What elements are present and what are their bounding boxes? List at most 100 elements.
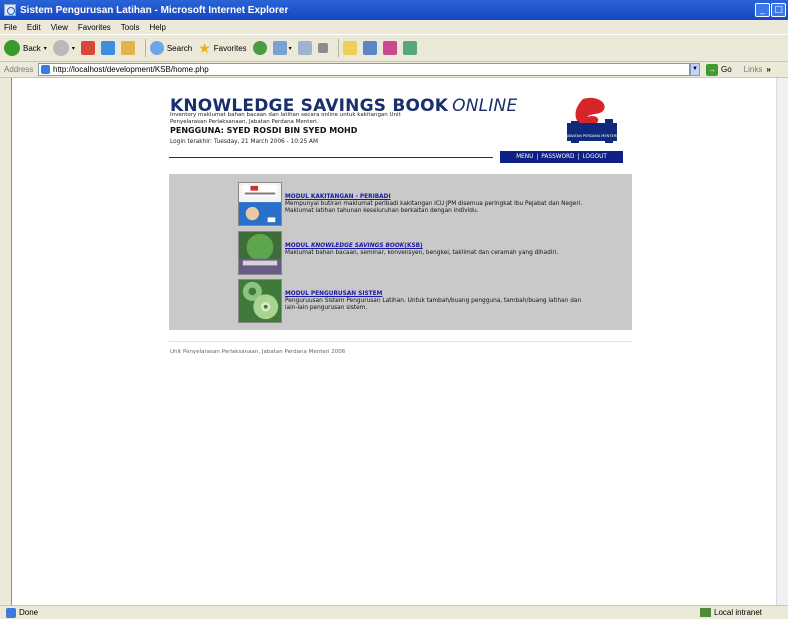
- go-arrow-icon: →: [706, 63, 718, 76]
- module-pengurusan: MODUL PENGURUSAN SISTEM Penguruusan Sist…: [238, 279, 628, 323]
- module-ksb-thumbnail[interactable]: [238, 231, 282, 275]
- minimize-button[interactable]: _: [755, 3, 770, 17]
- header-divider: [169, 157, 493, 158]
- tools-button[interactable]: [402, 41, 417, 55]
- brand-online: ONLINE: [452, 96, 518, 116]
- print-button[interactable]: [297, 41, 312, 55]
- menu-file[interactable]: File: [4, 23, 17, 32]
- toolbar-separator: [337, 39, 339, 57]
- module-ksb-link[interactable]: MODUL KNOWLEDGE SAVINGS BOOK(KSB): [285, 243, 423, 249]
- last-login: Login terakhir: Tuesday, 21 March 2006 -…: [170, 139, 319, 145]
- top-nav: MENU | PASSWORD | LOGOUT: [500, 151, 623, 163]
- window-title: Sistem Pengurusan Latihan - Microsoft In…: [20, 4, 289, 16]
- nav-password-link[interactable]: PASSWORD: [541, 154, 574, 160]
- history-button[interactable]: [252, 41, 267, 55]
- module-ksb-link-prefix: MODUL: [285, 243, 311, 249]
- page-done-icon: [6, 607, 16, 618]
- home-button[interactable]: [120, 41, 135, 55]
- module-pengurusan-link[interactable]: MODUL PENGURUSAN SISTEM: [285, 291, 382, 297]
- refresh-icon: [100, 41, 115, 55]
- go-button[interactable]: → Go: [706, 63, 732, 76]
- intranet-icon: [700, 608, 711, 617]
- module-ksb: MODUL KNOWLEDGE SAVINGS BOOK(KSB) Maklum…: [238, 231, 628, 275]
- module-kakitangan-thumbnail[interactable]: [238, 182, 282, 226]
- icu-logo: JABATAN PERDANA MENTERI: [566, 97, 618, 143]
- module-kakitangan: MODUL KAKITANGAN - PERIBADI Mempunyai bu…: [238, 182, 628, 226]
- stop-icon: [80, 41, 95, 55]
- mail-icon: [272, 41, 287, 55]
- back-label: Back: [23, 43, 41, 53]
- edit-icon: [317, 43, 328, 53]
- standard-toolbar: Back ▾ ▾ Search ★ Favorites ▾: [0, 34, 788, 62]
- module-ksb-link-italic: KNOWLEDGE SAVINGS BOOK: [310, 243, 405, 249]
- forward-arrow-icon: [52, 40, 69, 56]
- folder-button[interactable]: [342, 41, 357, 55]
- back-arrow-icon: [4, 40, 20, 56]
- menu-view[interactable]: View: [51, 23, 68, 32]
- forward-button[interactable]: ▾: [52, 40, 75, 56]
- edit-button[interactable]: [317, 43, 328, 53]
- research-button[interactable]: [362, 41, 377, 55]
- ie-icon: [4, 4, 16, 16]
- security-zone: Local intranet: [700, 608, 762, 617]
- maximize-button[interactable]: □: [771, 3, 786, 17]
- refresh-button[interactable]: [100, 41, 115, 55]
- home-icon: [120, 41, 135, 55]
- links-chevron-icon[interactable]: »: [766, 65, 770, 74]
- favorites-button[interactable]: ★ Favorites: [198, 40, 246, 57]
- vertical-scrollbar[interactable]: [776, 78, 788, 605]
- nav-logout-link[interactable]: LOGOUT: [582, 154, 606, 160]
- menu-edit[interactable]: Edit: [27, 23, 41, 32]
- status-text: Done: [19, 608, 39, 617]
- module-ksb-description: Maklumat bahan bacaan, seminar, konvensy…: [285, 250, 559, 256]
- go-label: Go: [721, 65, 732, 74]
- mail-button[interactable]: ▾: [272, 41, 292, 55]
- tools-icon: [402, 41, 417, 55]
- research-icon: [362, 41, 377, 55]
- print-icon: [297, 41, 312, 55]
- page-icon: [41, 65, 50, 74]
- back-button[interactable]: Back ▾: [4, 40, 47, 56]
- nav-menu-link[interactable]: MENU: [516, 154, 533, 160]
- menu-bar: File Edit View Favorites Tools Help: [0, 20, 788, 34]
- menu-tools[interactable]: Tools: [121, 23, 140, 32]
- page-footer: Unit Penyelarasan Perlaksanaan, Jabatan …: [170, 349, 346, 355]
- module-pengurusan-description: Penguruusan Sistem Pengurusan Latihan. U…: [285, 298, 582, 311]
- folder-icon: [342, 41, 357, 55]
- window-titlebar: Sistem Pengurusan Latihan - Microsoft In…: [0, 0, 788, 20]
- address-url: http://localhost/development/KSB/home.ph…: [53, 65, 209, 74]
- module-kakitangan-description: Mempunyai butiran maklumat peribadi kaki…: [285, 201, 583, 214]
- messenger-icon: [382, 41, 397, 55]
- search-icon: [149, 41, 164, 55]
- nav-separator: |: [536, 154, 539, 160]
- history-icon: [252, 41, 267, 55]
- search-button[interactable]: Search: [149, 41, 193, 55]
- address-label: Address: [4, 65, 34, 74]
- module-kakitangan-link[interactable]: MODUL KAKITANGAN - PERIBADI: [285, 194, 391, 200]
- module-pengurusan-thumbnail[interactable]: [238, 279, 282, 323]
- back-dropdown-icon[interactable]: ▾: [44, 45, 47, 52]
- menu-favorites[interactable]: Favorites: [78, 23, 111, 32]
- address-input[interactable]: http://localhost/development/KSB/home.ph…: [38, 63, 690, 76]
- left-frame: [0, 78, 11, 605]
- stop-button[interactable]: [80, 41, 95, 55]
- forward-dropdown-icon[interactable]: ▾: [72, 45, 75, 52]
- toolbar-separator: [144, 39, 146, 57]
- zone-label: Local intranet: [714, 608, 763, 617]
- star-icon: ★: [198, 39, 211, 56]
- messenger-button[interactable]: [382, 41, 397, 55]
- module-ksb-link-suffix: (KSB): [404, 243, 423, 249]
- nav-separator: |: [577, 154, 580, 160]
- svg-text:JABATAN PERDANA MENTERI: JABATAN PERDANA MENTERI: [566, 134, 618, 138]
- search-label: Search: [166, 43, 193, 53]
- links-button[interactable]: Links: [744, 65, 763, 74]
- mail-dropdown-icon[interactable]: ▾: [289, 45, 292, 52]
- menu-help[interactable]: Help: [149, 23, 165, 32]
- status-bar: Done Local intranet: [0, 605, 788, 619]
- user-name: PENGGUNA: SYED ROSDI BIN SYED MOHD: [170, 126, 358, 135]
- address-bar: Address http://localhost/development/KSB…: [0, 62, 788, 78]
- footer-divider: [169, 341, 632, 342]
- favorites-label: Favorites: [213, 43, 247, 53]
- site-description: Inventory maklumat bahan bacaan dan lati…: [170, 112, 401, 125]
- address-dropdown-button[interactable]: ▼: [690, 63, 700, 76]
